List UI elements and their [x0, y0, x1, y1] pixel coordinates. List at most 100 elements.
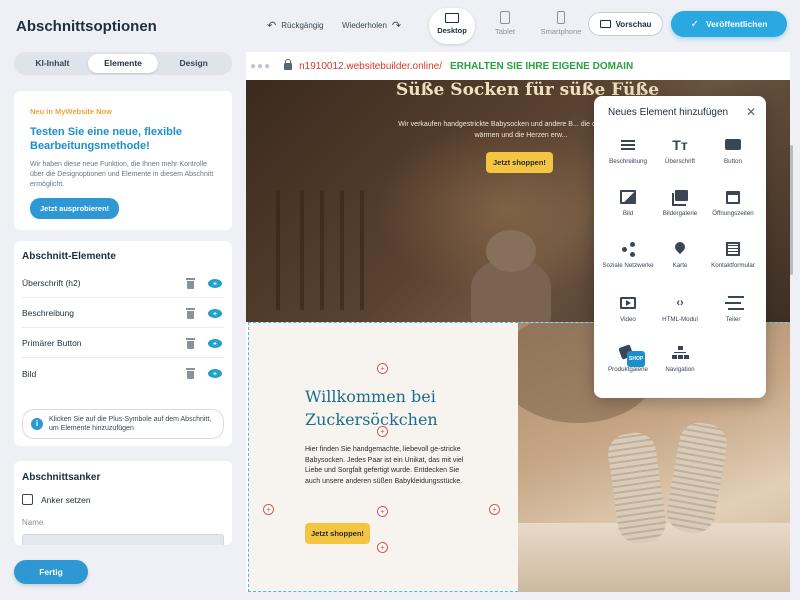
add-video-item[interactable]: Video [600, 296, 656, 324]
try-now-button[interactable]: Jetzt ausprobieren! [30, 198, 120, 219]
add-element-plus-icon[interactable]: + [263, 504, 274, 515]
add-button-item[interactable]: Button [705, 138, 761, 166]
add-element-plus-icon[interactable]: + [377, 363, 388, 374]
promo-kicker: Neu in MyWebsite Now [30, 107, 112, 116]
navigation-icon [672, 346, 688, 360]
add-divider-item[interactable]: Teiler [705, 296, 761, 324]
site-url[interactable]: n1910012.websitebuilder.online/ [299, 61, 442, 72]
add-element-popup: Neues Element hinzufügen ✕ Beschreibung … [594, 96, 766, 398]
trash-icon[interactable] [186, 307, 195, 319]
tab-design[interactable]: Design [158, 54, 229, 73]
section-anchor-title: Abschnittsanker [22, 472, 101, 483]
panel-tabs: KI-Inhalt Elemente Design [14, 52, 232, 75]
welcome-title[interactable]: Willkommen bei Zuckersöckchen [305, 385, 485, 431]
element-label: Überschrift (h2) [22, 278, 81, 288]
promo-headline: Testen Sie eine neue, flexible Bearbeitu… [30, 126, 183, 152]
section-elements-title: Abschnitt-Elemente [22, 251, 116, 262]
item-label: Überschrift [665, 158, 695, 165]
welcome-text[interactable]: Hier finden Sie handgemachte, liebevoll … [305, 445, 470, 487]
device-desktop-button[interactable]: Desktop [429, 8, 475, 44]
checkbox-icon[interactable] [22, 494, 33, 505]
crib-image [276, 190, 366, 310]
eye-icon[interactable] [208, 369, 222, 378]
promo-description: Wir haben diese neue Funktion, die Ihnen… [30, 161, 214, 188]
tab-elemente[interactable]: Elemente [87, 54, 159, 73]
tablet-icon [500, 11, 510, 24]
map-pin-icon [672, 242, 688, 256]
preview-button[interactable]: Vorschau [588, 12, 663, 36]
undo-button[interactable]: ↶ Rückgängig [262, 19, 323, 32]
add-contact-form-item[interactable]: Kontaktformular [705, 242, 761, 270]
add-social-item[interactable]: Soziale Netzwerke [600, 242, 656, 270]
set-anchor-checkbox[interactable]: Anker setzen [22, 494, 91, 505]
preview-label: Vorschau [615, 19, 652, 29]
canvas-scrollbar[interactable] [790, 145, 793, 275]
device-label: Smartphone [540, 27, 582, 36]
check-icon: ✓ [690, 18, 699, 30]
device-smartphone-button[interactable]: Smartphone [536, 10, 586, 42]
element-row: Primärer Button [22, 329, 224, 358]
item-label: Beschreibung [609, 158, 647, 165]
video-icon [620, 296, 636, 310]
section-elements-card: Abschnitt-Elemente Überschrift (h2) Besc… [14, 241, 232, 446]
add-element-plus-icon[interactable]: + [489, 504, 500, 515]
anchor-name-input[interactable] [22, 534, 224, 545]
shop-icon: SHOP [620, 346, 646, 367]
lock-icon [284, 58, 293, 70]
add-element-plus-icon[interactable]: + [377, 426, 388, 437]
welcome-section[interactable]: Willkommen bei Zuckersöckchen Hier finde… [248, 322, 518, 592]
add-product-gallery-item[interactable]: SHOP Produktgalerie [600, 346, 656, 374]
shop-badge: SHOP [627, 351, 646, 367]
redo-button[interactable]: Wiederholen ↷ [342, 19, 406, 32]
teddy-bear-head [486, 230, 536, 272]
add-navigation-item[interactable]: Navigation [652, 346, 708, 374]
divider-icon [725, 296, 741, 310]
item-label: Karte [672, 262, 688, 269]
welcome-shop-button[interactable]: Jetzt shoppen! [305, 523, 370, 544]
publish-button[interactable]: ✓ Veröffentlichen [671, 11, 787, 37]
eye-icon[interactable] [208, 338, 222, 348]
element-label: Bild [22, 368, 37, 379]
add-image-item[interactable]: Bild [600, 190, 656, 218]
item-label: Bildergalerie [662, 210, 698, 217]
element-row: Überschrift (h2) [22, 269, 224, 298]
item-label: Kontaktformular [711, 262, 755, 269]
code-icon: ‹› [676, 297, 684, 309]
item-label: Navigation [665, 366, 695, 373]
monitor-icon [445, 13, 459, 23]
close-icon[interactable]: ✕ [746, 105, 756, 119]
add-element-plus-icon[interactable]: + [377, 506, 388, 517]
trash-icon[interactable] [186, 337, 195, 349]
item-label: HTML-Modul [662, 316, 698, 323]
done-button[interactable]: Fertig [14, 560, 88, 584]
gallery-icon [672, 190, 688, 206]
tab-ki-inhalt[interactable]: KI-Inhalt [17, 54, 88, 73]
info-icon: i [31, 418, 43, 430]
device-tablet-button[interactable]: Tablet [482, 10, 528, 42]
item-label: Bild [622, 210, 634, 217]
item-label: Öffnungszeiten [712, 210, 754, 217]
add-element-plus-icon[interactable]: + [377, 542, 388, 553]
add-html-item[interactable]: ‹› HTML-Modul [652, 296, 708, 324]
button-icon [725, 138, 741, 152]
add-description-item[interactable]: Beschreibung [600, 138, 656, 166]
add-opening-hours-item[interactable]: Öffnungszeiten [705, 190, 761, 218]
eye-icon[interactable] [208, 308, 222, 318]
promo-card: Neu in MyWebsite Now Testen Sie eine neu… [14, 91, 232, 230]
add-map-item[interactable]: Karte [652, 242, 708, 270]
checkbox-label: Anker setzen [41, 494, 91, 505]
add-gallery-item[interactable]: Bildergalerie [652, 190, 708, 218]
get-domain-link[interactable]: ERHALTEN SIE IHRE EIGENE DOMAIN [450, 61, 633, 72]
hero-shop-button[interactable]: Jetzt shoppen! [486, 152, 553, 173]
item-label: Teiler [725, 316, 741, 323]
redo-icon: ↷ [391, 20, 402, 32]
undo-icon: ↶ [267, 20, 277, 32]
element-label: Primärer Button [22, 338, 82, 348]
add-elements-hint: i Klicken Sie auf die Plus-Symbole auf d… [22, 409, 224, 439]
anchor-name-label: Name [22, 518, 44, 527]
trash-icon[interactable] [186, 277, 195, 289]
add-heading-item[interactable]: Tт Überschrift [652, 138, 708, 166]
trash-icon[interactable] [186, 368, 195, 379]
undo-label: Rückgängig [281, 21, 324, 30]
eye-icon[interactable] [208, 278, 222, 288]
